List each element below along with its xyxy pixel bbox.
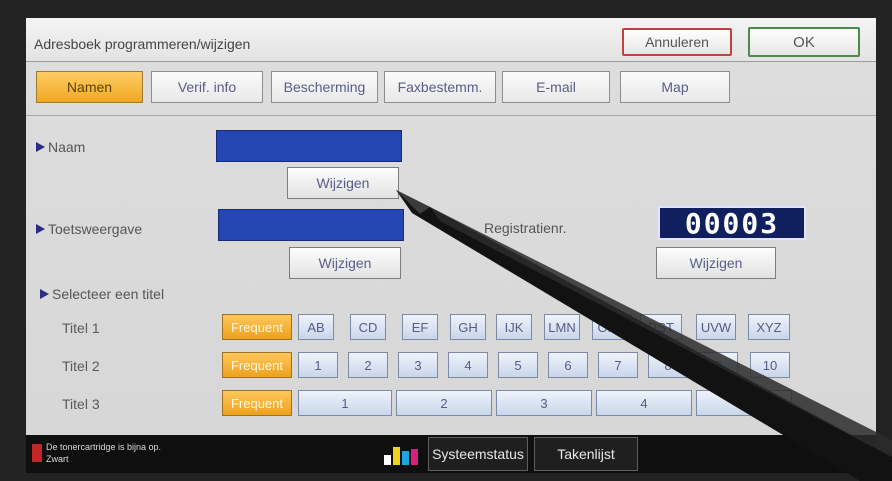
select-title-label: Selecteer een titel	[40, 286, 164, 302]
titel-1-key[interactable]: LMN	[544, 314, 580, 340]
titel-1-key[interactable]: UVW	[696, 314, 736, 340]
titel-2-key[interactable]: 9	[698, 352, 738, 378]
toetsweergave-field[interactable]	[218, 209, 404, 241]
titel-2-label: Titel 2	[62, 358, 100, 374]
titel-1-key[interactable]: AB	[298, 314, 334, 340]
toetsweergave-label: Toetsweergave	[36, 221, 142, 237]
status-bar: De tonercartridge is bijna op. Zwart Sys…	[26, 435, 876, 473]
ok-button[interactable]: OK	[748, 27, 860, 57]
system-status-button[interactable]: Systeemstatus	[428, 437, 528, 471]
right-triangle-icon	[36, 142, 45, 152]
titel-2-key[interactable]: 6	[548, 352, 588, 378]
tab-map[interactable]: Map	[620, 71, 730, 103]
naam-label: Naam	[36, 139, 85, 155]
page-title: Adresboek programmeren/wijzigen	[34, 36, 251, 52]
date-text: 6 JUN	[829, 440, 860, 451]
titel-2-key[interactable]: 7	[598, 352, 638, 378]
titel-2-key[interactable]: 8	[648, 352, 688, 378]
titel-1-key[interactable]: EF	[402, 314, 438, 340]
job-list-button[interactable]: Takenlijst	[534, 437, 638, 471]
tab-verif-info[interactable]: Verif. info	[151, 71, 263, 103]
toner-warning-icon	[32, 444, 42, 462]
titel-2-key[interactable]: 10	[750, 352, 790, 378]
naam-change-button[interactable]: Wijzigen	[287, 167, 399, 199]
titel-2-frequent-button[interactable]: Frequent	[222, 352, 292, 378]
titel-3-frequent-button[interactable]: Frequent	[222, 390, 292, 416]
cancel-button[interactable]: Annuleren	[622, 28, 732, 56]
titel-2-key[interactable]: 2	[348, 352, 388, 378]
right-triangle-icon	[36, 224, 45, 234]
status-message-line1: De tonercartridge is bijna op.	[46, 442, 162, 452]
registratienr-label: Registratienr.	[484, 220, 567, 236]
titel-2-key[interactable]: 4	[448, 352, 488, 378]
tab-divider	[26, 115, 876, 116]
time-text: 20:57	[829, 454, 860, 465]
tab-bescherming[interactable]: Bescherming	[271, 71, 378, 103]
tab-faxbestemm[interactable]: Faxbestemm.	[384, 71, 496, 103]
titel-1-frequent-button[interactable]: Frequent	[222, 314, 292, 340]
registratienr-change-button[interactable]: Wijzigen	[656, 247, 776, 279]
registratienr-value: 00003	[658, 206, 806, 240]
date-time: 6 JUN 20:57	[830, 439, 860, 467]
titel-1-key[interactable]: RST	[640, 314, 682, 340]
titel-3-key[interactable]: 1	[298, 390, 392, 416]
titel-1-key[interactable]: IJK	[496, 314, 532, 340]
naam-field[interactable]	[216, 130, 402, 162]
tab-e-mail[interactable]: E-mail	[502, 71, 610, 103]
titel-1-key[interactable]: XYZ	[748, 314, 790, 340]
titel-1-key[interactable]: GH	[450, 314, 486, 340]
toner-level-icon	[384, 443, 420, 465]
touch-screen: Adresboek programmeren/wijzigen Annulere…	[26, 18, 876, 473]
select-title-label-text: Selecteer een titel	[52, 286, 165, 302]
naam-label-text: Naam	[48, 139, 86, 155]
titel-1-key[interactable]: OPQ	[592, 314, 632, 340]
status-message: De tonercartridge is bijna op. Zwart	[46, 441, 161, 465]
titel-3-key[interactable]: 4	[596, 390, 692, 416]
right-triangle-icon	[40, 289, 49, 299]
toetsweergave-change-button[interactable]: Wijzigen	[289, 247, 401, 279]
status-message-line2: Zwart	[46, 454, 69, 464]
titel-1-label: Titel 1	[62, 320, 100, 336]
titel-3-label: Titel 3	[62, 396, 100, 412]
titel-2-key[interactable]: 5	[498, 352, 538, 378]
title-bar: Adresboek programmeren/wijzigen Annulere…	[26, 18, 876, 62]
titel-1-key[interactable]: CD	[350, 314, 386, 340]
titel-2-key[interactable]: 3	[398, 352, 438, 378]
titel-3-key[interactable]: 2	[396, 390, 492, 416]
toetsweergave-label-text: Toetsweergave	[48, 221, 143, 237]
tab-namen[interactable]: Namen	[36, 71, 143, 103]
titel-2-key[interactable]: 1	[298, 352, 338, 378]
titel-3-key[interactable]: 3	[496, 390, 592, 416]
titel-3-key[interactable]: 5	[696, 390, 792, 416]
